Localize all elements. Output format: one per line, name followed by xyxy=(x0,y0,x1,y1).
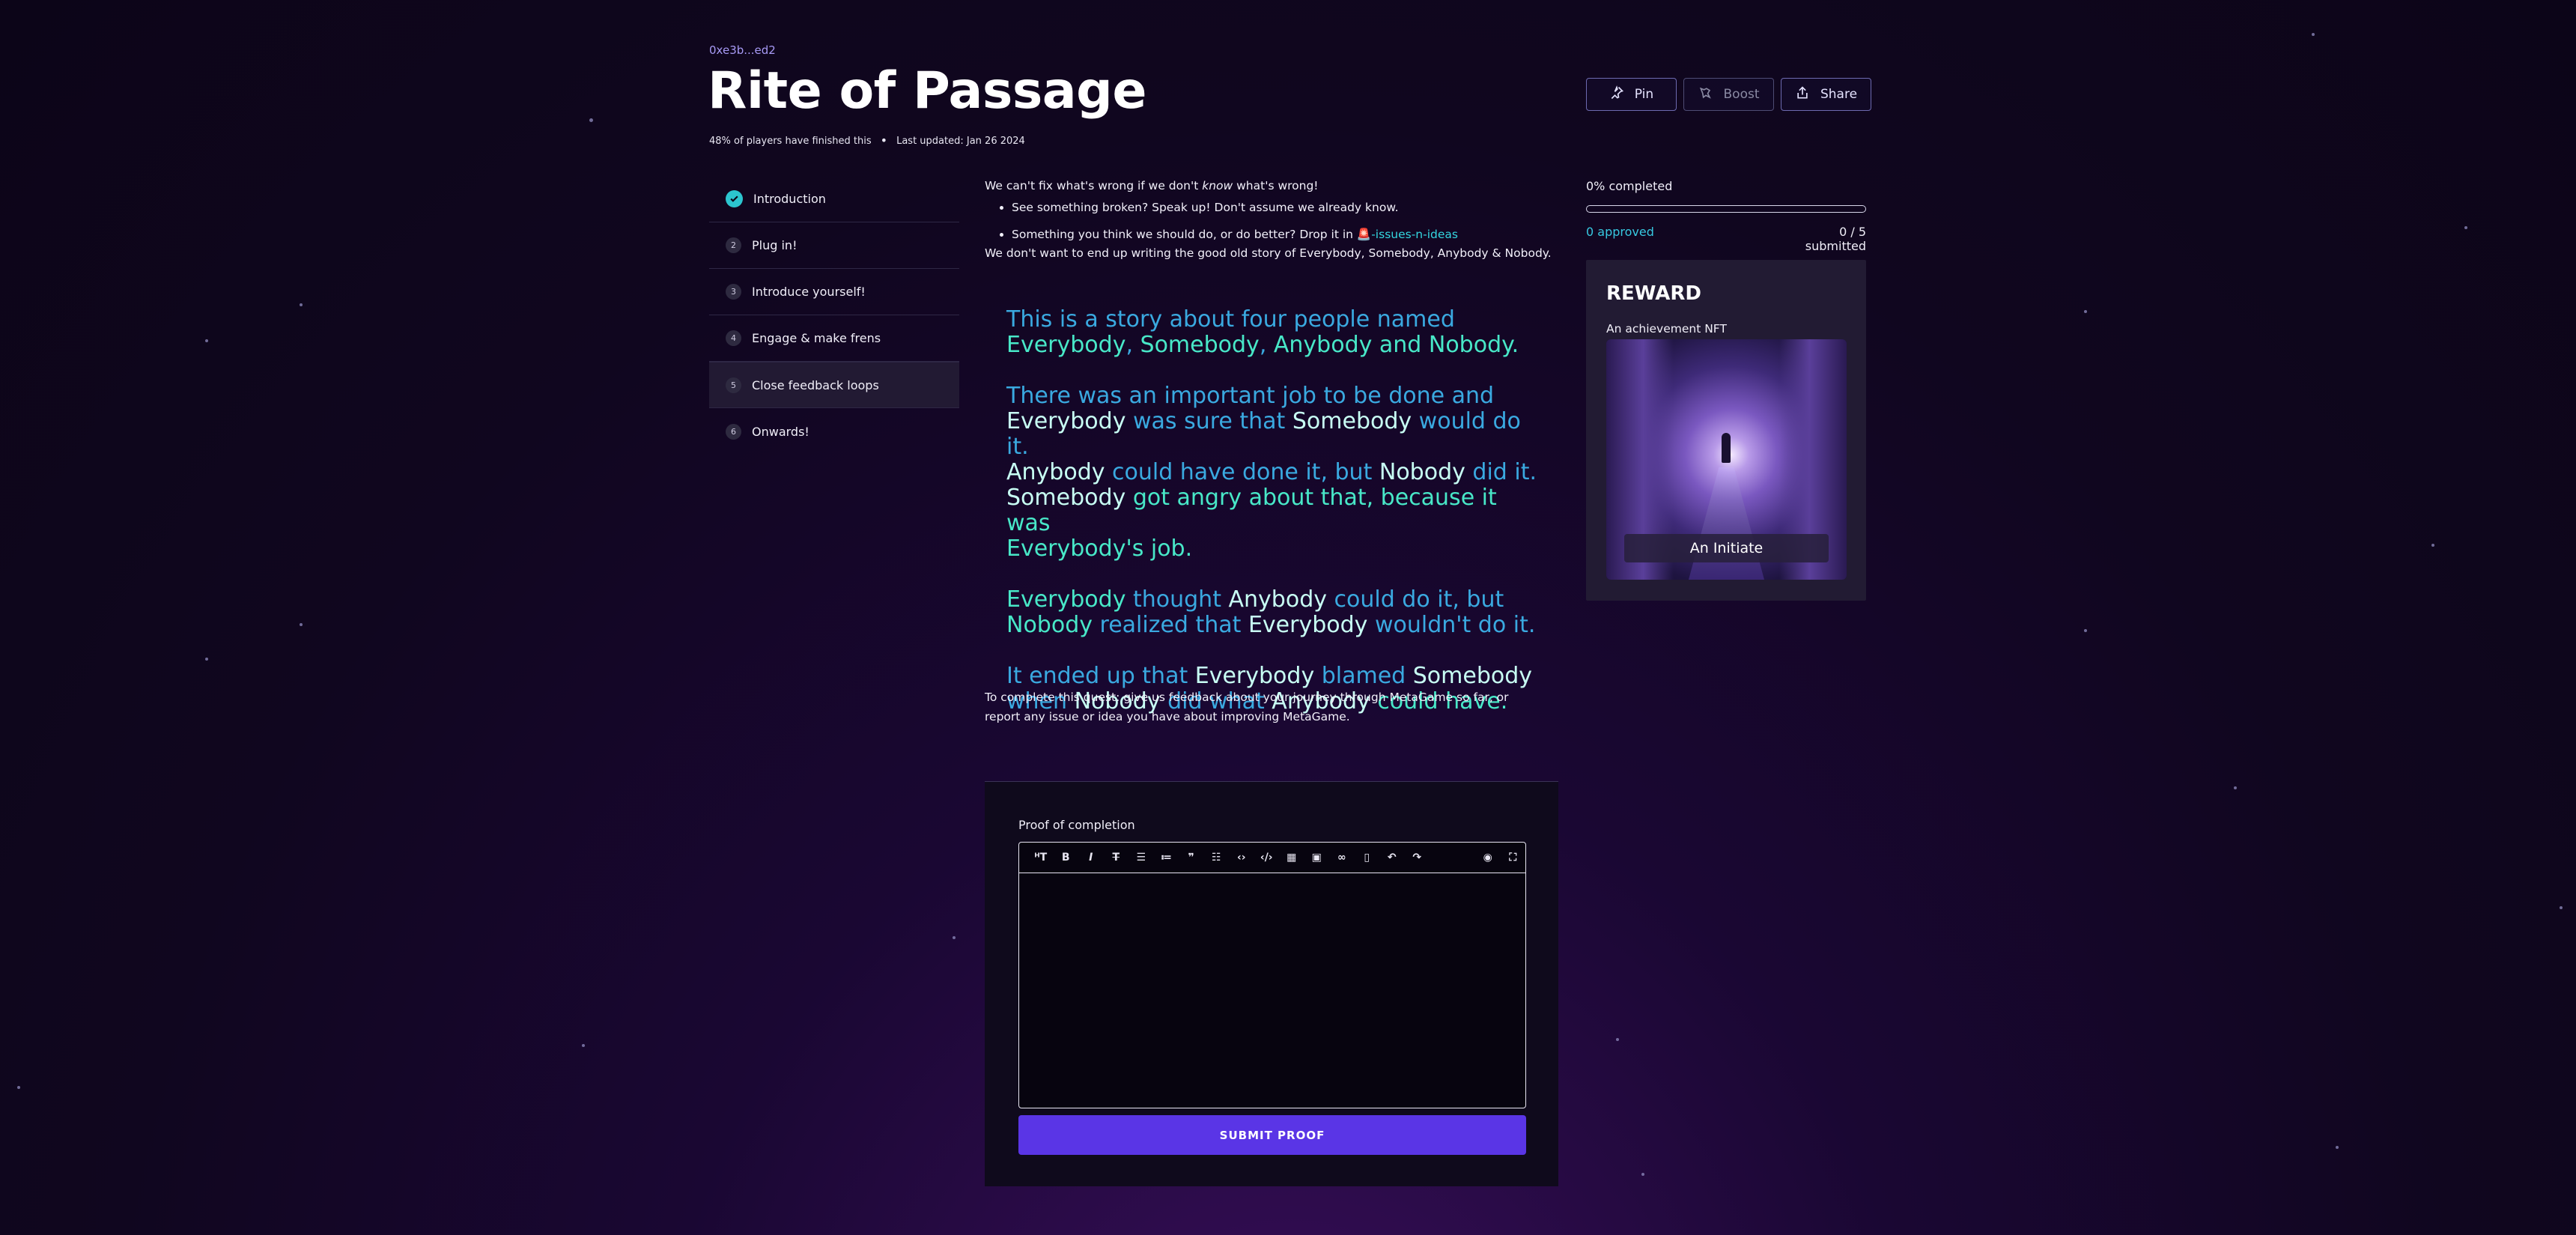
strikethrough-icon[interactable]: T xyxy=(1104,846,1129,869)
background-star xyxy=(953,936,956,939)
share-icon xyxy=(1795,85,1810,104)
code-block-icon[interactable]: ‹/› xyxy=(1254,846,1280,869)
intro-paragraph: We can't fix what's wrong if we don't kn… xyxy=(985,179,1319,192)
bullet-item: See something broken? Speak up! Don't as… xyxy=(1012,198,1561,217)
quest-owner-link[interactable]: 0xe3b...ed2 xyxy=(709,43,776,57)
italic-icon[interactable]: I xyxy=(1078,846,1104,869)
background-star xyxy=(205,658,208,661)
background-star xyxy=(300,623,303,626)
story-image: This is a story about four people named … xyxy=(1006,307,1546,740)
background-star xyxy=(2234,786,2237,789)
issues-channel-link[interactable]: -issues-n-ideas xyxy=(1371,228,1458,241)
step-close-feedback-loops[interactable]: 5 Close feedback loops xyxy=(709,362,959,408)
heading-icon[interactable]: ᴴT xyxy=(1028,846,1054,869)
background-star xyxy=(2084,629,2087,632)
step-label: Onwards! xyxy=(752,424,809,439)
step-number: 4 xyxy=(726,330,741,346)
image-icon[interactable]: ▣ xyxy=(1304,846,1330,869)
background-star xyxy=(2084,310,2087,313)
code-icon[interactable]: ‹› xyxy=(1229,846,1254,869)
pin-icon xyxy=(1609,85,1624,104)
background-star xyxy=(1641,1173,1644,1176)
background-star xyxy=(582,1044,585,1047)
story-paragraph: There was an important job to be done an… xyxy=(1006,383,1537,562)
checklist-icon[interactable]: ☷ xyxy=(1204,846,1230,869)
pin-button[interactable]: Pin xyxy=(1586,78,1677,111)
check-icon xyxy=(726,190,743,207)
quest-meta: 48% of players have finished this • Last… xyxy=(709,135,1025,147)
share-label: Share xyxy=(1820,87,1858,102)
reward-card: REWARD An achievement NFT An Initiate xyxy=(1586,260,1866,601)
proof-label: Proof of completion xyxy=(1018,818,1135,832)
boost-button[interactable]: Boost xyxy=(1683,78,1774,111)
siren-emoji: 🚨 xyxy=(1356,228,1372,241)
step-onwards[interactable]: 6 Onwards! xyxy=(709,408,959,455)
bold-icon[interactable]: B xyxy=(1054,846,1079,869)
feedback-bullets: See something broken? Speak up! Don't as… xyxy=(985,198,1561,244)
preview-icon[interactable]: ◉ xyxy=(1475,846,1501,869)
completion-instructions: To complete this quest: give us feedback… xyxy=(985,691,1509,723)
nft-image: An Initiate xyxy=(1606,339,1847,580)
submitted-count: 0 / 5 submitted xyxy=(1805,225,1866,253)
step-label: Introduce yourself! xyxy=(752,285,866,299)
step-introduce-yourself[interactable]: 3 Introduce yourself! xyxy=(709,269,959,315)
boost-icon xyxy=(1698,85,1713,104)
fullscreen-icon[interactable]: ⛶ xyxy=(1501,846,1526,869)
background-star xyxy=(589,118,593,122)
step-plug-in[interactable]: 2 Plug in! xyxy=(709,222,959,269)
pin-label: Pin xyxy=(1634,87,1654,102)
background-star xyxy=(1616,1038,1619,1041)
redo-icon[interactable]: ↷ xyxy=(1405,846,1430,869)
progress-label: 0% completed xyxy=(1586,179,1673,193)
quest-steps-list: Introduction 2 Plug in! 3 Introduce your… xyxy=(709,176,959,455)
background-star xyxy=(2560,906,2563,909)
boost-label: Boost xyxy=(1723,87,1760,102)
step-number: 2 xyxy=(726,237,741,253)
reward-title: REWARD xyxy=(1606,282,1702,305)
background-star xyxy=(300,303,303,306)
link-icon[interactable]: ∞ xyxy=(1329,846,1355,869)
step-number: 3 xyxy=(726,284,741,300)
unordered-list-icon[interactable]: ☰ xyxy=(1128,846,1154,869)
quest-actions: Pin Boost Share xyxy=(1586,78,1871,111)
step-engage[interactable]: 4 Engage & make frens xyxy=(709,315,959,362)
ordered-list-icon[interactable]: ≔ xyxy=(1154,846,1179,869)
approved-count: 0 approved xyxy=(1586,225,1654,239)
step-label: Introduction xyxy=(753,192,826,206)
step-introduction[interactable]: Introduction xyxy=(709,176,959,222)
story-paragraph: This is a story about four people named … xyxy=(1006,306,1519,358)
players-finished-text: 48% of players have finished this xyxy=(709,135,872,147)
progress-bar xyxy=(1586,205,1866,213)
story-paragraph: Everybody thought Anybody could do it, b… xyxy=(1006,586,1536,638)
clipboard-icon[interactable]: ▯ xyxy=(1355,846,1380,869)
proof-editor[interactable]: ᴴT B I T ☰ ≔ ❞ ☷ ‹› ‹/› ▦ ▣ ∞ ▯ ↶ ↷ ◉ ⛶ xyxy=(1018,842,1526,1108)
background-star xyxy=(2464,226,2467,229)
background-star xyxy=(17,1086,20,1089)
proof-form: Proof of completion ᴴT B I T ☰ ≔ ❞ ☷ ‹› … xyxy=(985,781,1558,1186)
step-label: Plug in! xyxy=(752,238,798,252)
step-number: 6 xyxy=(726,423,741,440)
step-label: Close feedback loops xyxy=(752,377,879,392)
nft-caption: An Initiate xyxy=(1624,534,1829,562)
story-intro-paragraph: We don't want to end up writing the good… xyxy=(985,246,1552,260)
quote-icon[interactable]: ❞ xyxy=(1179,846,1204,869)
table-icon[interactable]: ▦ xyxy=(1279,846,1304,869)
reward-subtitle: An achievement NFT xyxy=(1606,322,1727,336)
background-star xyxy=(2336,1146,2339,1149)
background-star xyxy=(205,339,208,342)
share-button[interactable]: Share xyxy=(1781,78,1871,111)
last-updated-text: Last updated: Jan 26 2024 xyxy=(896,135,1025,147)
bullet-item: Something you think we should do, or do … xyxy=(1012,225,1561,244)
editor-toolbar: ᴴT B I T ☰ ≔ ❞ ☷ ‹› ‹/› ▦ ▣ ∞ ▯ ↶ ↷ ◉ ⛶ xyxy=(1019,843,1525,873)
step-number: 5 xyxy=(726,377,741,393)
step-label: Engage & make frens xyxy=(752,331,881,345)
background-star xyxy=(2431,544,2434,547)
page-title: Rite of Passage xyxy=(708,61,1146,121)
submit-proof-button[interactable]: SUBMIT PROOF xyxy=(1018,1115,1526,1155)
meta-separator: • xyxy=(880,133,888,148)
undo-icon[interactable]: ↶ xyxy=(1379,846,1405,869)
quest-description: We can't fix what's wrong if we don't kn… xyxy=(985,177,1561,263)
background-star xyxy=(2312,33,2315,36)
